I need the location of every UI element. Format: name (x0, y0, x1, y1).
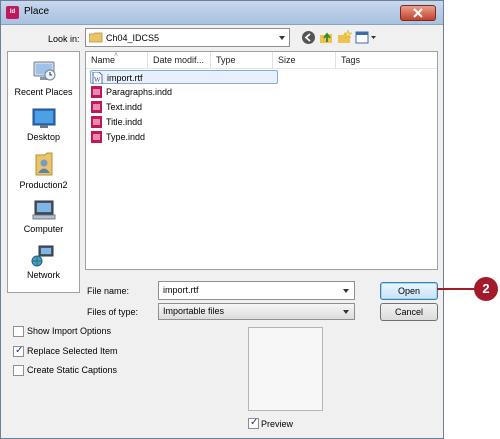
place-label: Production2 (19, 180, 68, 190)
preview-pane (248, 327, 323, 411)
places-bar: Recent Places Desktop Production2 Comput… (7, 51, 80, 293)
place-label: Computer (23, 224, 64, 234)
replace-selected-item-checkbox[interactable] (13, 345, 24, 357)
up-folder-icon[interactable] (319, 30, 334, 45)
open-button[interactable]: Open (380, 282, 438, 300)
file-name-input[interactable]: import.rtf (158, 281, 355, 300)
user-folder-icon (35, 152, 52, 176)
column-header-name[interactable]: ˄ Name (86, 52, 148, 69)
file-name: Title.indd (106, 117, 143, 127)
desktop-icon (32, 108, 55, 128)
network-icon (31, 245, 53, 267)
recent-places-icon (33, 61, 55, 81)
indd-file-icon (91, 101, 102, 113)
column-label: Size (278, 55, 296, 65)
place-desktop[interactable]: Desktop (8, 107, 79, 142)
chevron-down-icon (343, 310, 349, 314)
file-name-label: File name: (87, 286, 130, 296)
back-icon[interactable] (301, 30, 316, 45)
column-header-date[interactable]: Date modif... (148, 52, 211, 69)
file-name: Paragraphs.indd (106, 87, 173, 97)
column-label: Name (91, 55, 116, 65)
option-label: Replace Selected Item (27, 346, 118, 356)
file-row-import-rtf[interactable]: W import.rtf (90, 70, 278, 84)
file-list[interactable]: ˄ Name Date modif... Type Size Tags W im… (85, 51, 438, 270)
callout-connector (437, 288, 479, 290)
show-import-options-checkbox[interactable] (13, 326, 24, 337)
place-computer[interactable]: Computer (8, 199, 79, 234)
indd-file-icon (91, 116, 102, 128)
file-row-title-indd[interactable]: Title.indd (90, 115, 142, 129)
sort-ascending-icon: ˄ (114, 52, 119, 59)
place-network[interactable]: Network (8, 245, 79, 280)
rtf-file-icon: W (92, 72, 103, 84)
folder-icon (89, 32, 103, 43)
chevron-down-icon (279, 36, 285, 40)
svg-text:W: W (94, 76, 101, 84)
column-label: Type (216, 55, 236, 65)
column-header-tags[interactable]: Tags (336, 52, 437, 69)
views-menu-icon[interactable] (355, 30, 377, 45)
file-type-value: Importable files (163, 306, 225, 316)
place-production2[interactable]: Production2 (8, 151, 79, 190)
look-in-dropdown[interactable]: Ch04_IDCS5 (85, 28, 290, 47)
indd-file-icon (91, 86, 102, 98)
file-name: Text.indd (106, 102, 143, 112)
place-label: Network (26, 270, 60, 280)
column-header-size[interactable]: Size (273, 52, 336, 69)
option-label: Create Static Captions (27, 365, 118, 375)
place-label: Desktop (26, 132, 61, 142)
place-recent-places[interactable]: Recent Places (8, 58, 79, 97)
close-icon (413, 8, 423, 18)
preview-label: Preview (261, 419, 294, 429)
step-callout-badge: 2 (474, 277, 498, 301)
file-name: Type.indd (106, 132, 146, 142)
indd-file-icon (91, 131, 102, 143)
file-type-select[interactable]: Importable files (158, 303, 355, 320)
dialog-title: Place (24, 6, 50, 17)
column-label: Date modif... (153, 55, 205, 65)
look-in-value: Ch04_IDCS5 (106, 33, 160, 43)
computer-icon (32, 200, 55, 220)
look-in-label: Look in: (48, 34, 80, 44)
indesign-app-icon: Id (6, 6, 19, 19)
file-row-text-indd[interactable]: Text.indd (90, 100, 142, 114)
file-name-value: import.rtf (163, 285, 199, 295)
file-name: import.rtf (107, 73, 143, 83)
file-type-label: Files of type: (87, 307, 139, 317)
place-label: Recent Places (14, 87, 73, 97)
title-bar[interactable]: Id Place (1, 1, 443, 25)
chevron-down-icon[interactable] (343, 289, 349, 293)
close-button[interactable] (400, 5, 436, 21)
create-static-captions-checkbox[interactable] (13, 365, 24, 376)
column-label: Tags (341, 55, 361, 65)
file-row-type-indd[interactable]: Type.indd (90, 130, 145, 144)
new-folder-icon[interactable] (337, 30, 352, 45)
column-header-type[interactable]: Type (211, 52, 273, 69)
preview-checkbox[interactable] (248, 417, 259, 429)
place-dialog: Id Place Look in: Ch04_IDCS5 Recent Plac… (0, 0, 444, 439)
option-label: Show Import Options (27, 326, 112, 336)
cancel-button[interactable]: Cancel (380, 303, 438, 321)
file-row-paragraphs-indd[interactable]: Paragraphs.indd (90, 85, 172, 99)
